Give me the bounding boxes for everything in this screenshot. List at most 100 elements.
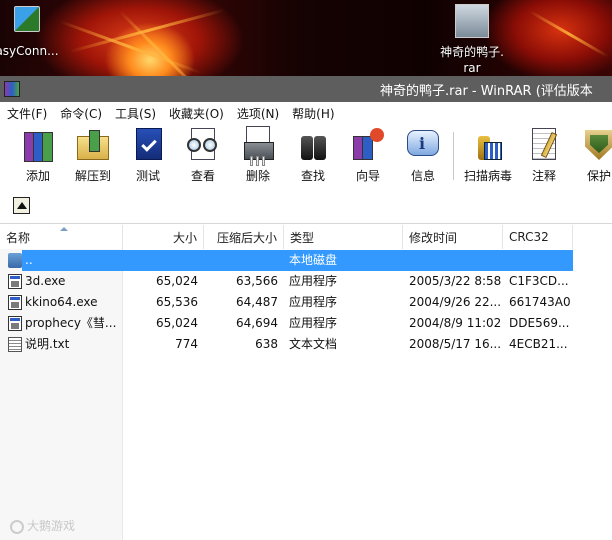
watermark-text: 大鹅游戏	[27, 519, 76, 533]
column-header-packed[interactable]: 压缩后大小	[204, 225, 284, 249]
column-header-type-label: 类型	[290, 230, 315, 245]
file-name: ..	[25, 253, 33, 267]
desktop-flame-ray	[118, 10, 206, 76]
toolbar: 添加 解压到 测试 查看 删除 查找 向导 i 信息 扫描病毒 注释 保护	[0, 124, 612, 188]
column-header-type[interactable]: 类型	[284, 225, 403, 249]
file-crc32	[509, 250, 571, 271]
menu-file[interactable]: 文件(F)	[7, 105, 47, 122]
table-row[interactable]: 说明.txt 774 638 文本文档 2008/5/17 16... 4ECB…	[0, 334, 612, 355]
add-archive-icon	[18, 126, 58, 164]
add-button[interactable]: 添加	[12, 126, 64, 186]
table-row[interactable]: prophecy《彗... 65,024 64,694 应用程序 2004/8/…	[0, 313, 612, 334]
toolbar-separator	[453, 132, 454, 180]
file-modified: 2004/8/9 11:02	[409, 316, 501, 330]
file-modified: 2005/3/22 8:58	[409, 274, 501, 288]
comment-button[interactable]: 注释	[518, 126, 570, 186]
file-crc32: DDE569...	[509, 316, 570, 330]
find-button-label: 查找	[300, 169, 325, 183]
window-title: 神奇的鸭子.rar - WinRAR (评估版本	[380, 84, 593, 99]
delete-shredder-icon	[238, 126, 278, 166]
easyconnect-icon	[14, 6, 40, 32]
menu-options[interactable]: 选项(N)	[237, 105, 279, 122]
exe-file-icon	[8, 295, 22, 310]
info-button[interactable]: i 信息	[397, 126, 449, 186]
menu-bar: 文件(F) 命令(C) 工具(S) 收藏夹(O) 选项(N) 帮助(H)	[0, 102, 612, 124]
sort-ascending-icon	[60, 227, 68, 231]
desktop-icon-easyconnect[interactable]: asyConn...	[0, 0, 62, 58]
virus-scan-button[interactable]: 扫描病毒	[462, 126, 514, 186]
winrar-app-icon[interactable]	[4, 81, 20, 97]
virus-scan-icon	[468, 126, 508, 164]
file-packed-size: 64,694	[236, 316, 278, 330]
column-header-modified-label: 修改时间	[409, 230, 458, 245]
watermark-logo-icon	[10, 519, 24, 534]
desktop-flame-ray	[69, 8, 225, 53]
comment-button-label: 注释	[531, 169, 556, 183]
file-size	[123, 250, 198, 271]
file-crc32: 4ECB21...	[509, 337, 568, 351]
menu-help[interactable]: 帮助(H)	[292, 105, 334, 122]
file-type: 应用程序	[289, 295, 338, 309]
column-header-modified[interactable]: 修改时间	[403, 225, 503, 249]
file-size: 65,536	[156, 295, 198, 309]
title-bar[interactable]: 神奇的鸭子.rar - WinRAR (评估版本	[0, 76, 612, 102]
test-button-label: 测试	[135, 169, 160, 183]
file-type: 本地磁盘	[289, 253, 338, 267]
extract-to-button-label: 解压到	[74, 169, 111, 183]
desktop-icon-label-line2: rar	[463, 61, 481, 75]
column-header-crc32-label: CRC32	[509, 230, 549, 244]
find-binoculars-icon	[293, 126, 333, 164]
column-header-size-label: 大小	[172, 230, 197, 245]
menu-tools[interactable]: 工具(S)	[115, 105, 156, 122]
delete-button-label: 删除	[245, 169, 270, 183]
file-name: prophecy《彗...	[25, 316, 117, 330]
column-header-size[interactable]: 大小	[123, 225, 204, 249]
desktop-icon-label: asyConn...	[0, 44, 59, 58]
txt-file-icon	[8, 337, 22, 352]
virus-scan-button-label: 扫描病毒	[463, 169, 512, 183]
up-one-level-button[interactable]	[13, 197, 30, 214]
test-button[interactable]: 测试	[122, 126, 174, 186]
protect-shield-icon	[579, 126, 612, 164]
file-packed-size	[204, 250, 278, 271]
info-icon: i	[403, 126, 443, 164]
file-type: 应用程序	[289, 274, 338, 288]
menu-favorites[interactable]: 收藏夹(O)	[169, 105, 224, 122]
comment-pencil-icon	[524, 126, 564, 164]
view-glasses-icon	[183, 126, 223, 164]
add-button-label: 添加	[25, 169, 50, 183]
file-list: 名称 大小 压缩后大小 类型 修改时间 CRC32 .. 本地磁盘 3d.exe…	[0, 225, 612, 540]
file-modified: 2004/9/26 22...	[409, 295, 501, 309]
protect-button-label: 保护	[586, 169, 611, 183]
watermark: 大鹅游戏	[10, 517, 75, 534]
desktop-icon-rar-archive[interactable]: 神奇的鸭子. rar	[432, 4, 512, 76]
column-header-crc32[interactable]: CRC32	[503, 225, 573, 249]
table-row[interactable]: kkino64.exe 65,536 64,487 应用程序 2004/9/26…	[0, 292, 612, 313]
file-crc32: 661743A0	[509, 295, 571, 309]
up-arrow-icon	[16, 202, 27, 209]
column-header-name-label: 名称	[6, 230, 31, 245]
address-bar	[0, 188, 612, 224]
file-packed-size: 63,566	[236, 274, 278, 288]
extract-folder-icon	[73, 126, 113, 164]
table-row[interactable]: 3d.exe 65,024 63,566 应用程序 2005/3/22 8:58…	[0, 271, 612, 292]
wizard-button[interactable]: 向导	[342, 126, 394, 186]
table-row-parent-dir[interactable]: .. 本地磁盘	[0, 250, 612, 271]
delete-button[interactable]: 删除	[232, 126, 284, 186]
exe-file-icon	[8, 316, 22, 331]
file-name: 说明.txt	[25, 337, 70, 351]
column-header-name[interactable]: 名称	[0, 225, 123, 249]
duck-image-icon	[455, 4, 489, 38]
wizard-icon	[348, 126, 388, 164]
find-button[interactable]: 查找	[287, 126, 339, 186]
file-packed-size: 64,487	[236, 295, 278, 309]
file-size: 774	[175, 337, 198, 351]
test-check-icon	[128, 126, 168, 164]
desktop-flame-ray	[529, 10, 609, 58]
protect-button[interactable]: 保护	[573, 126, 612, 186]
desktop-icon-label: 神奇的鸭子. rar	[440, 44, 504, 76]
file-type: 文本文档	[289, 337, 338, 351]
view-button[interactable]: 查看	[177, 126, 229, 186]
menu-commands[interactable]: 命令(C)	[60, 105, 102, 122]
extract-to-button[interactable]: 解压到	[67, 126, 119, 186]
